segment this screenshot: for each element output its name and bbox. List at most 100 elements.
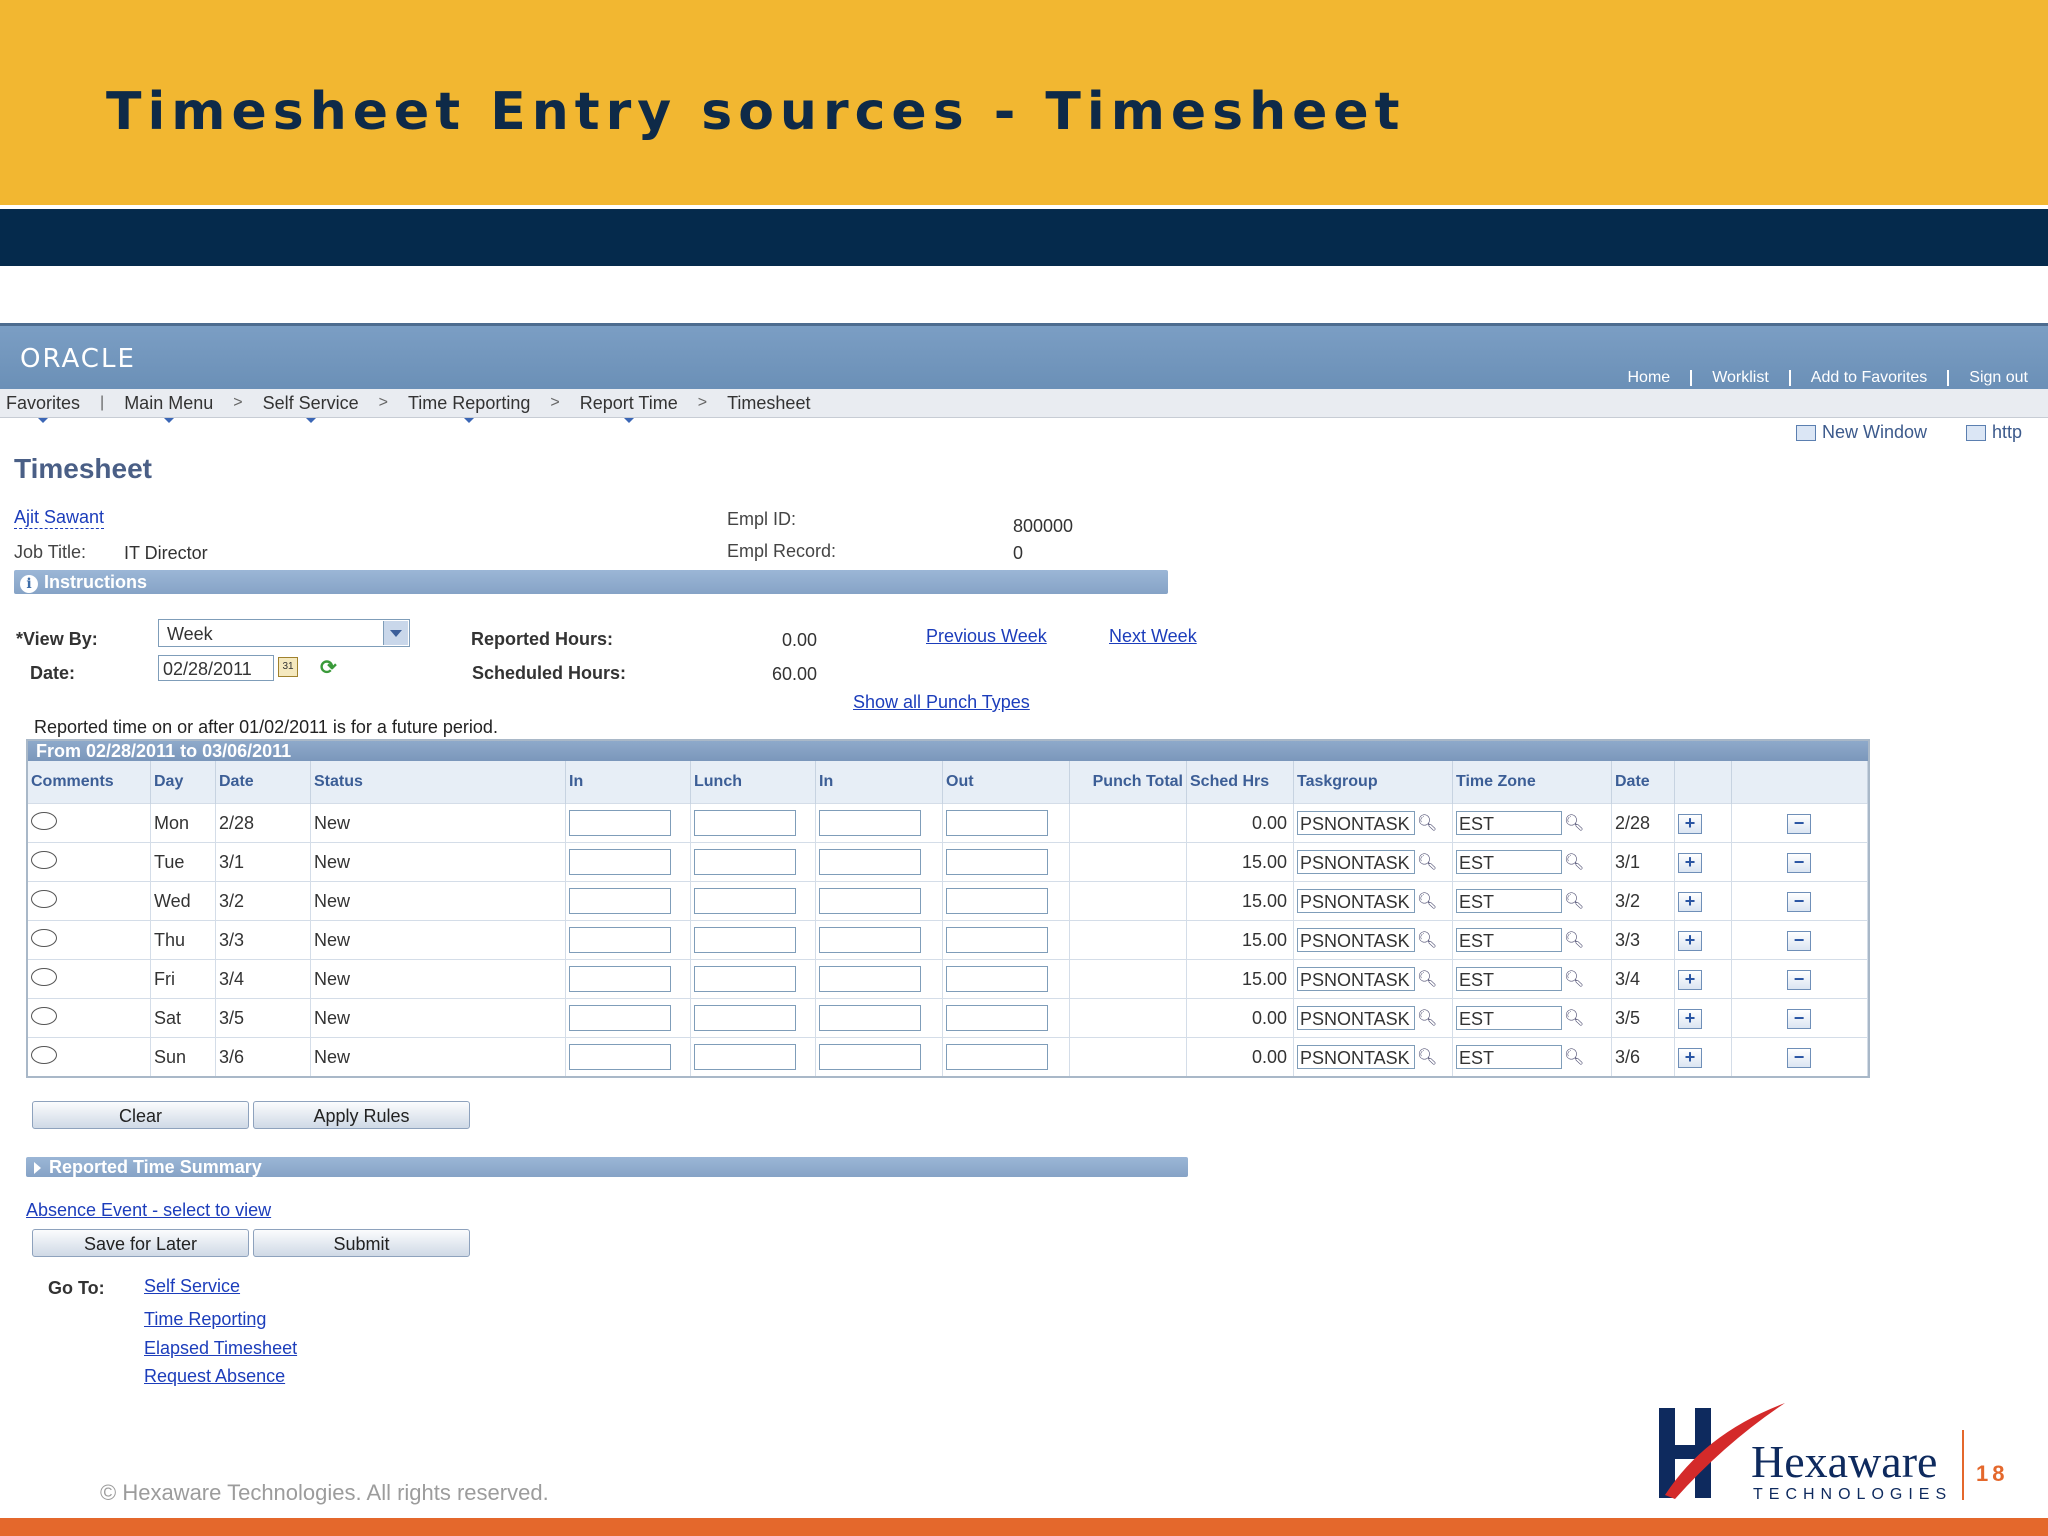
punch-in-input[interactable] (569, 1044, 671, 1070)
search-icon[interactable]: 🔍︎ (1417, 891, 1437, 911)
delete-row-button[interactable]: − (1787, 891, 1811, 912)
punch-in-2-input[interactable] (819, 1044, 921, 1070)
punch-in-2-input[interactable] (819, 966, 921, 992)
search-icon[interactable]: 🔍︎ (1417, 969, 1437, 989)
punch-in-2-input[interactable] (819, 849, 921, 875)
submit-button[interactable]: Submit (253, 1229, 470, 1257)
goto-elapsed-timesheet-link[interactable]: Elapsed Timesheet (144, 1338, 297, 1359)
next-week-link[interactable]: Next Week (1109, 626, 1197, 647)
timezone-input[interactable]: EST (1456, 889, 1562, 913)
delete-row-button[interactable]: − (1787, 813, 1811, 834)
reported-time-summary-section[interactable]: Reported Time Summary (26, 1157, 1188, 1177)
http-link[interactable]: http (1966, 422, 2022, 443)
punch-in-input[interactable] (569, 1005, 671, 1031)
show-all-punch-types-link[interactable]: Show all Punch Types (853, 692, 1030, 713)
new-window-link[interactable]: New Window (1796, 422, 1927, 443)
search-icon[interactable]: 🔍︎ (1564, 1008, 1584, 1028)
search-icon[interactable]: 🔍︎ (1417, 852, 1437, 872)
nav-self-service[interactable]: Self Service (257, 393, 365, 423)
search-icon[interactable]: 🔍︎ (1417, 813, 1437, 833)
refresh-icon[interactable]: ⟳ (320, 655, 337, 680)
add-row-button[interactable]: + (1678, 969, 1702, 990)
taskgroup-input[interactable]: PSNONTASK (1297, 889, 1415, 913)
goto-time-reporting-link[interactable]: Time Reporting (144, 1309, 266, 1330)
add-row-button[interactable]: + (1678, 1047, 1702, 1068)
search-icon[interactable]: 🔍︎ (1417, 1047, 1437, 1067)
calendar-icon[interactable]: 31 (278, 657, 298, 677)
nav-main-menu[interactable]: Main Menu (118, 393, 219, 423)
taskgroup-input[interactable]: PSNONTASK (1297, 1045, 1415, 1069)
nav-report-time[interactable]: Report Time (574, 393, 684, 423)
add-row-button[interactable]: + (1678, 1008, 1702, 1029)
goto-request-absence-link[interactable]: Request Absence (144, 1366, 285, 1387)
taskgroup-input[interactable]: PSNONTASK (1297, 967, 1415, 991)
timezone-input[interactable]: EST (1456, 811, 1562, 835)
comment-bubble-icon[interactable] (31, 1045, 57, 1064)
taskgroup-input[interactable]: PSNONTASK (1297, 850, 1415, 874)
add-row-button[interactable]: + (1678, 930, 1702, 951)
comment-bubble-icon[interactable] (31, 889, 57, 908)
date-input[interactable]: 02/28/2011 (158, 655, 274, 681)
lunch-input[interactable] (694, 888, 796, 914)
search-icon[interactable]: 🔍︎ (1564, 891, 1584, 911)
lunch-input[interactable] (694, 810, 796, 836)
goto-self-service-link[interactable]: Self Service (144, 1276, 240, 1297)
delete-row-button[interactable]: − (1787, 1047, 1811, 1068)
apply-rules-button[interactable]: Apply Rules (253, 1101, 470, 1129)
search-icon[interactable]: 🔍︎ (1564, 813, 1584, 833)
taskgroup-input[interactable]: PSNONTASK (1297, 1006, 1415, 1030)
nav-time-reporting[interactable]: Time Reporting (402, 393, 536, 423)
timezone-input[interactable]: EST (1456, 1006, 1562, 1030)
timezone-input[interactable]: EST (1456, 1045, 1562, 1069)
punch-in-input[interactable] (569, 966, 671, 992)
punch-in-2-input[interactable] (819, 927, 921, 953)
comment-bubble-icon[interactable] (31, 850, 57, 869)
punch-in-2-input[interactable] (819, 888, 921, 914)
search-icon[interactable]: 🔍︎ (1417, 930, 1437, 950)
delete-row-button[interactable]: − (1787, 1008, 1811, 1029)
timezone-input[interactable]: EST (1456, 850, 1562, 874)
punch-in-input[interactable] (569, 888, 671, 914)
taskgroup-input[interactable]: PSNONTASK (1297, 928, 1415, 952)
lunch-input[interactable] (694, 1005, 796, 1031)
view-by-select[interactable]: Week (158, 619, 410, 647)
dropdown-arrow-icon[interactable] (383, 621, 408, 645)
delete-row-button[interactable]: − (1787, 852, 1811, 873)
delete-row-button[interactable]: − (1787, 969, 1811, 990)
punch-in-2-input[interactable] (819, 1005, 921, 1031)
add-row-button[interactable]: + (1678, 813, 1702, 834)
lunch-input[interactable] (694, 927, 796, 953)
punch-in-input[interactable] (569, 849, 671, 875)
lunch-input[interactable] (694, 966, 796, 992)
sign-out-link[interactable]: Sign out (1947, 370, 2048, 386)
nav-favorites[interactable]: Favorites (0, 393, 86, 423)
add-to-favorites-link[interactable]: Add to Favorites (1788, 370, 1948, 386)
delete-row-button[interactable]: − (1787, 930, 1811, 951)
add-row-button[interactable]: + (1678, 891, 1702, 912)
worklist-link[interactable]: Worklist (1690, 370, 1789, 386)
lunch-input[interactable] (694, 849, 796, 875)
comment-bubble-icon[interactable] (31, 811, 57, 830)
comment-bubble-icon[interactable] (31, 928, 57, 947)
search-icon[interactable]: 🔍︎ (1564, 930, 1584, 950)
timezone-input[interactable]: EST (1456, 928, 1562, 952)
punch-out-input[interactable] (946, 966, 1048, 992)
employee-name-link[interactable]: Ajit Sawant (14, 507, 105, 529)
home-link[interactable]: Home (1608, 370, 1691, 386)
punch-out-input[interactable] (946, 1005, 1048, 1031)
punch-in-2-input[interactable] (819, 810, 921, 836)
absence-event-link[interactable]: Absence Event - select to view (26, 1200, 271, 1221)
clear-button[interactable]: Clear (32, 1101, 249, 1129)
punch-in-input[interactable] (569, 810, 671, 836)
punch-out-input[interactable] (946, 927, 1048, 953)
save-for-later-button[interactable]: Save for Later (32, 1229, 249, 1257)
punch-in-input[interactable] (569, 927, 671, 953)
punch-out-input[interactable] (946, 810, 1048, 836)
search-icon[interactable]: 🔍︎ (1417, 1008, 1437, 1028)
punch-out-input[interactable] (946, 888, 1048, 914)
punch-out-input[interactable] (946, 849, 1048, 875)
search-icon[interactable]: 🔍︎ (1564, 969, 1584, 989)
lunch-input[interactable] (694, 1044, 796, 1070)
punch-out-input[interactable] (946, 1044, 1048, 1070)
taskgroup-input[interactable]: PSNONTASK (1297, 811, 1415, 835)
